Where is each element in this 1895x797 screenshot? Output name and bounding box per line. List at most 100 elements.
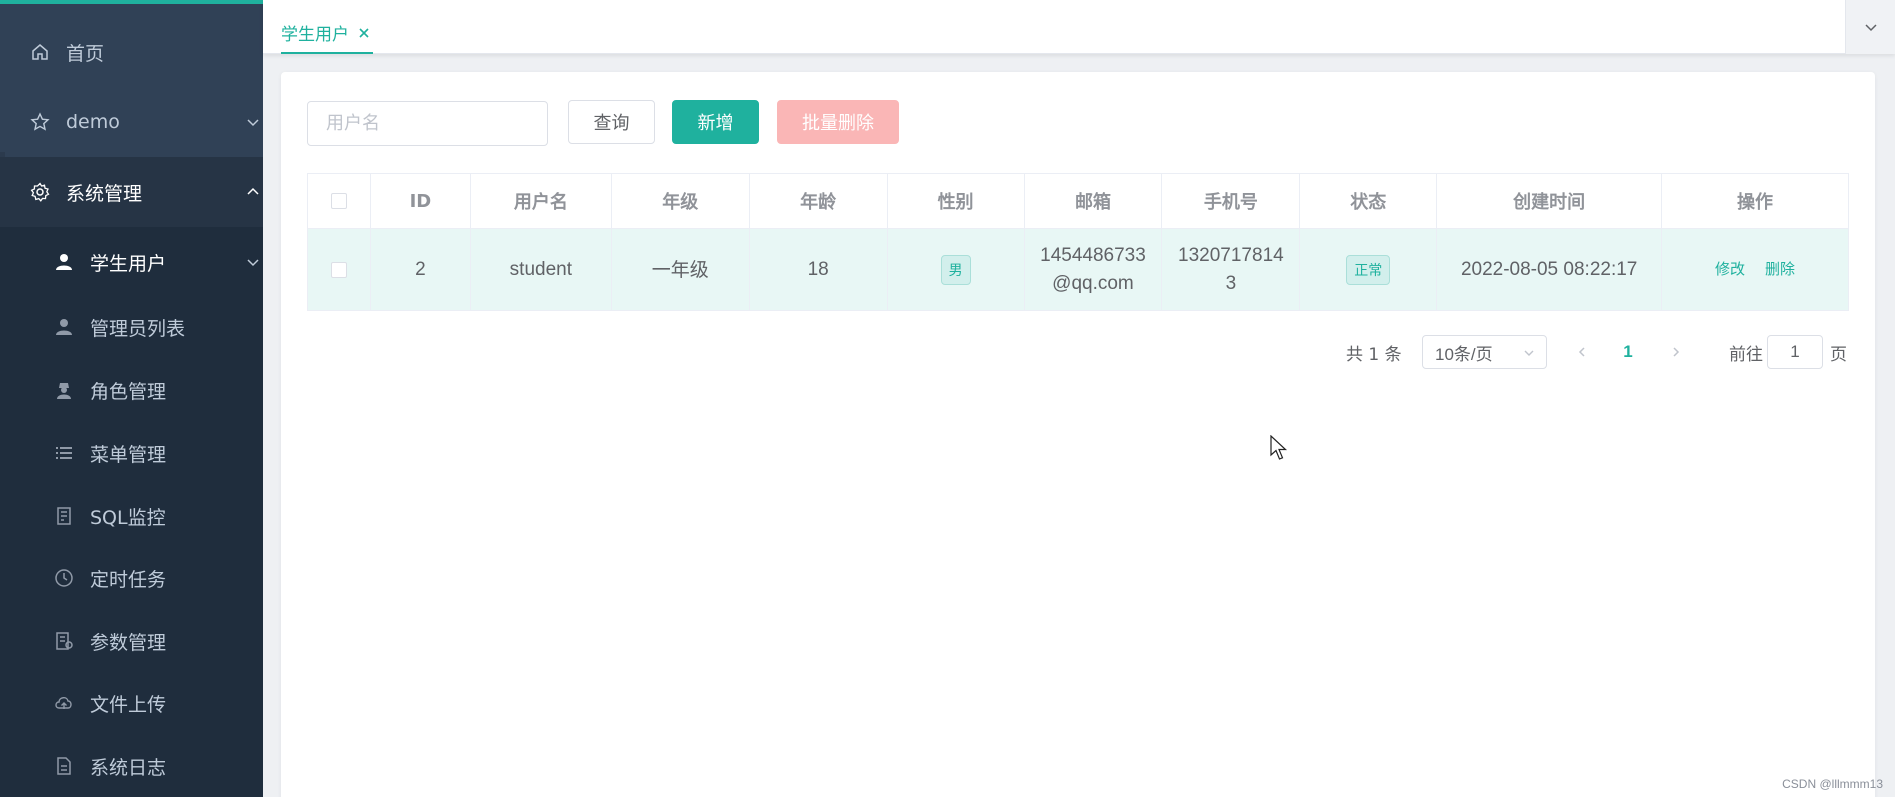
column-header-gender[interactable]: 性别 <box>887 174 1025 229</box>
sidebar-accent-bar <box>0 0 263 4</box>
user-icon <box>52 315 76 339</box>
cell-phone: 1320717814 3 <box>1162 229 1301 311</box>
column-header-phone[interactable]: 手机号 <box>1162 174 1301 229</box>
row-checkbox[interactable] <box>330 261 347 278</box>
edit-link[interactable]: 修改 <box>1715 256 1745 284</box>
table-row[interactable]: 2 student 一年级 18 男 1454486733 @qq.com 13… <box>308 229 1849 311</box>
sidebar-subitem-label: 参数管理 <box>90 631 167 654</box>
cell-created-time: 2022-08-05 08:22:17 <box>1437 229 1663 311</box>
mouse-cursor-icon <box>1270 435 1288 460</box>
sidebar-item-student-users[interactable]: 学生用户 <box>0 227 263 297</box>
cell-id: 2 <box>370 229 471 311</box>
page-number-current[interactable]: 1 <box>1613 335 1643 369</box>
clock-icon <box>52 566 76 590</box>
sidebar-subitem-label: 定时任务 <box>90 568 167 591</box>
goto-label: 前往 <box>1729 344 1763 365</box>
tabs-dropdown-button[interactable] <box>1845 0 1895 54</box>
content-card: 查询 新增 批量删除 ID 用户名 年级 年龄 性别 邮箱 手机号 状态 创建时… <box>281 72 1875 797</box>
sidebar-subitem-label: 菜单管理 <box>90 443 167 466</box>
monitor-icon <box>52 504 76 528</box>
users-table: ID 用户名 年级 年龄 性别 邮箱 手机号 状态 创建时间 操作 2 stud… <box>307 173 1849 311</box>
next-page-button[interactable] <box>1661 335 1691 369</box>
phone-line-2: 3 <box>1225 272 1237 294</box>
column-header-created-time[interactable]: 创建时间 <box>1437 174 1663 229</box>
sidebar-item-label: 首页 <box>66 42 105 65</box>
column-header-username[interactable]: 用户名 <box>470 174 612 229</box>
role-icon <box>52 378 76 402</box>
home-icon <box>28 40 52 64</box>
chevron-down-icon <box>247 259 259 267</box>
close-icon[interactable] <box>357 25 371 39</box>
sidebar-subitem-label: SQL监控 <box>90 506 166 529</box>
cell-email: 1454486733 @qq.com <box>1024 229 1163 311</box>
page-size-value: 10条/页 <box>1435 344 1493 364</box>
gear-icon <box>28 180 52 204</box>
table-header-row: ID 用户名 年级 年龄 性别 邮箱 手机号 状态 创建时间 操作 <box>308 174 1849 229</box>
sidebar-subitem-label: 学生用户 <box>90 252 167 275</box>
add-button[interactable]: 新增 <box>672 100 759 144</box>
select-all-checkbox[interactable] <box>330 193 347 209</box>
cell-grade: 一年级 <box>611 229 750 311</box>
column-header-age[interactable]: 年龄 <box>749 174 888 229</box>
sidebar-item-system-log[interactable]: 系统日志 <box>0 731 263 797</box>
chevron-down-icon <box>1864 24 1877 32</box>
sidebar-item-home[interactable]: 首页 <box>0 17 263 87</box>
sidebar-item-file-upload[interactable]: 文件上传 <box>0 668 263 738</box>
cell-gender: 男 <box>887 229 1025 311</box>
pagination-total: 共 1 条 <box>1346 344 1402 365</box>
sidebar-subitem-label: 管理员列表 <box>90 317 186 340</box>
watermark: CSDN @lllmmm13 <box>1782 777 1883 791</box>
column-header-id[interactable]: ID <box>370 174 471 229</box>
cloud-upload-icon <box>52 691 76 715</box>
sidebar-item-scheduled-tasks[interactable]: 定时任务 <box>0 543 263 613</box>
sidebar-subitem-label: 文件上传 <box>90 693 167 716</box>
sidebar: 首页 demo 系统管理 学生用户 管理员列表 角色管理 菜单管理 SQL监控 … <box>0 0 263 797</box>
sidebar-item-demo[interactable]: demo <box>0 87 263 157</box>
document-icon <box>52 754 76 778</box>
sidebar-item-menu-management[interactable]: 菜单管理 <box>0 418 263 488</box>
batch-delete-button[interactable]: 批量删除 <box>777 100 899 144</box>
sidebar-item-parameter-management[interactable]: 参数管理 <box>0 606 263 676</box>
chevron-up-icon <box>247 187 259 195</box>
star-icon <box>28 110 52 134</box>
sidebar-item-label: 系统管理 <box>66 182 143 205</box>
query-button[interactable]: 查询 <box>568 100 655 144</box>
tabs-bar: 学生用户 <box>263 0 1895 54</box>
cell-username: student <box>470 229 612 311</box>
user-icon <box>52 250 76 274</box>
goto-page-suffix: 页 <box>1830 344 1847 365</box>
page-size-select[interactable]: 10条/页 <box>1422 335 1547 369</box>
column-header-grade[interactable]: 年级 <box>611 174 750 229</box>
sidebar-subitem-label: 系统日志 <box>90 756 167 779</box>
email-line-1: 1454486733 <box>1040 244 1146 266</box>
column-header-status[interactable]: 状态 <box>1300 174 1438 229</box>
sidebar-subitem-label: 角色管理 <box>90 380 167 403</box>
goto-page-input[interactable] <box>1767 335 1823 369</box>
sidebar-item-system-management[interactable]: 系统管理 <box>0 157 263 227</box>
sidebar-item-label: demo <box>66 111 120 133</box>
username-search-input[interactable] <box>307 101 548 146</box>
tab-student-users[interactable]: 学生用户 <box>281 12 373 54</box>
sidebar-item-role-management[interactable]: 角色管理 <box>0 355 263 425</box>
prev-page-button[interactable] <box>1567 335 1597 369</box>
delete-link[interactable]: 删除 <box>1765 256 1795 284</box>
cell-status: 正常 <box>1300 229 1438 311</box>
chevron-down-icon <box>1524 350 1534 356</box>
column-header-actions: 操作 <box>1662 174 1849 229</box>
chevron-down-icon <box>247 119 259 127</box>
chevron-left-icon <box>1578 347 1585 357</box>
sidebar-item-admin-list[interactable]: 管理员列表 <box>0 292 263 362</box>
chevron-right-icon <box>1673 347 1680 357</box>
header-select-all <box>308 174 371 229</box>
column-header-email[interactable]: 邮箱 <box>1024 174 1163 229</box>
email-line-2: @qq.com <box>1052 272 1134 294</box>
status-badge: 正常 <box>1346 254 1391 285</box>
sidebar-item-sql-monitor[interactable]: SQL监控 <box>0 481 263 551</box>
gender-tag: 男 <box>940 254 971 285</box>
phone-line-1: 1320717814 <box>1178 244 1284 266</box>
cell-age: 18 <box>749 229 888 311</box>
params-icon <box>52 629 76 653</box>
list-icon <box>52 441 76 465</box>
cell-actions: 修改 删除 <box>1662 229 1849 311</box>
tab-label: 学生用户 <box>281 24 349 45</box>
